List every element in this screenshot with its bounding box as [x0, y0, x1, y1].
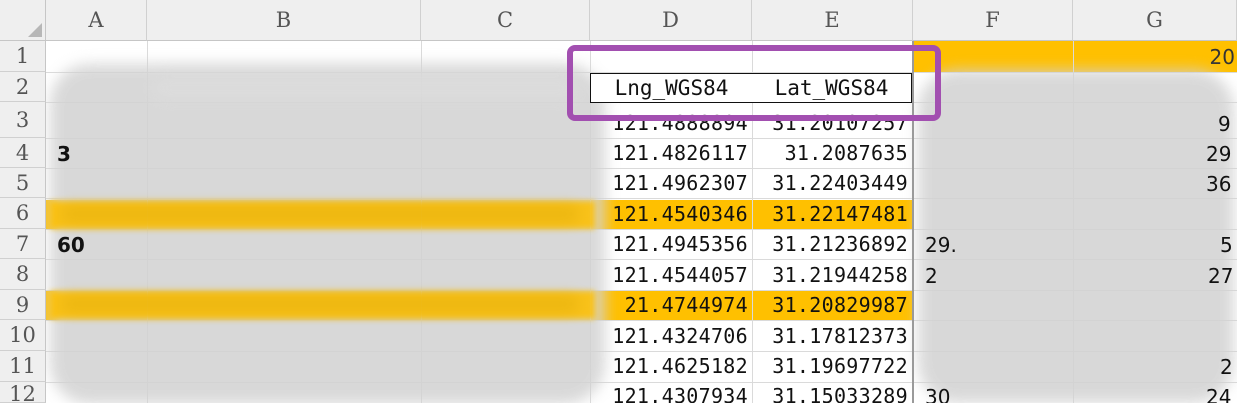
column-header-c[interactable]: C — [421, 0, 590, 41]
column-header-e[interactable]: E — [752, 0, 913, 41]
row-header-7[interactable]: 7 — [0, 229, 46, 259]
row-header-5[interactable]: 5 — [0, 168, 46, 198]
cell-d11[interactable]: 121.4625182 — [590, 351, 752, 381]
cell-g12-fragment[interactable]: 24 — [1206, 385, 1231, 403]
cell-f8-fragment[interactable]: 2 — [925, 264, 938, 288]
cell-f7-fragment[interactable]: 29. — [925, 233, 957, 257]
column-header-g[interactable]: G — [1073, 0, 1237, 41]
selection-highlight-box — [567, 45, 941, 121]
cell-e6[interactable]: 31.22147481 — [752, 199, 912, 229]
cell-d10[interactable]: 121.4324706 — [590, 321, 752, 351]
column-header-d[interactable]: D — [590, 0, 752, 41]
cell-d12[interactable]: 121.4307934 — [590, 381, 752, 403]
row-header-2[interactable]: 2 — [0, 72, 46, 102]
row-header-12[interactable]: 12 — [0, 382, 46, 403]
cell-e10[interactable]: 31.17812373 — [752, 321, 912, 351]
blurred-region-row2 — [150, 74, 580, 102]
cell-d6[interactable]: 121.4540346 — [590, 199, 752, 229]
cell-e11[interactable]: 31.19697722 — [752, 351, 912, 381]
cell-a4-fragment[interactable]: 3 — [57, 142, 71, 166]
cell-g11-fragment[interactable]: 2 — [1220, 355, 1233, 379]
cell-e5[interactable]: 31.22403449 — [752, 168, 912, 198]
cell-g8-fragment[interactable]: 27 — [1208, 264, 1233, 288]
cell-g7-fragment[interactable]: 5 — [1220, 233, 1233, 257]
cell-g4-fragment[interactable]: 29 — [1206, 142, 1231, 166]
column-header-b[interactable]: B — [147, 0, 421, 41]
cell-e4[interactable]: 31.2087635 — [752, 138, 912, 168]
cell-e12[interactable]: 31.15033289 — [752, 381, 912, 403]
spreadsheet: 20 Lng_WGS84 Lat_WGS84 121.4888894 121.4… — [0, 0, 1237, 403]
blurred-region-left — [50, 64, 605, 403]
row-header-6[interactable]: 6 — [0, 198, 46, 229]
row-header-9[interactable]: 9 — [0, 290, 46, 320]
row-header-3[interactable]: 3 — [0, 102, 46, 138]
cell-d5[interactable]: 121.4962307 — [590, 168, 752, 198]
row-header-8[interactable]: 8 — [0, 259, 46, 290]
cell-d8[interactable]: 121.4544057 — [590, 260, 752, 290]
row-header-1[interactable]: 1 — [0, 41, 46, 72]
cell-f12-fragment[interactable]: 30 — [925, 385, 950, 403]
cell-e9[interactable]: 31.20829987 — [752, 290, 912, 320]
column-header-a[interactable]: A — [46, 0, 147, 41]
cell-d7[interactable]: 121.4945356 — [590, 229, 752, 259]
cell-e8[interactable]: 31.21944258 — [752, 260, 912, 290]
cell-g5-fragment[interactable]: 36 — [1206, 172, 1231, 196]
cell-a7-fragment[interactable]: 60 — [57, 233, 85, 257]
cell-d9[interactable]: 21.4744974 — [590, 290, 752, 320]
cell-d4[interactable]: 121.4826117 — [590, 138, 752, 168]
row-header-10[interactable]: 10 — [0, 320, 46, 351]
row-header-4[interactable]: 4 — [0, 138, 46, 168]
row-header-11[interactable]: 11 — [0, 351, 46, 382]
g1-value[interactable]: 20 — [1210, 41, 1237, 73]
g1-highlight — [913, 41, 1237, 73]
select-all-corner[interactable] — [0, 0, 46, 41]
column-header-f[interactable]: F — [913, 0, 1073, 41]
cell-g3-fragment[interactable]: 9 — [1218, 112, 1231, 136]
cell-e7[interactable]: 31.21236892 — [752, 229, 912, 259]
blurred-region-right — [918, 70, 1234, 403]
